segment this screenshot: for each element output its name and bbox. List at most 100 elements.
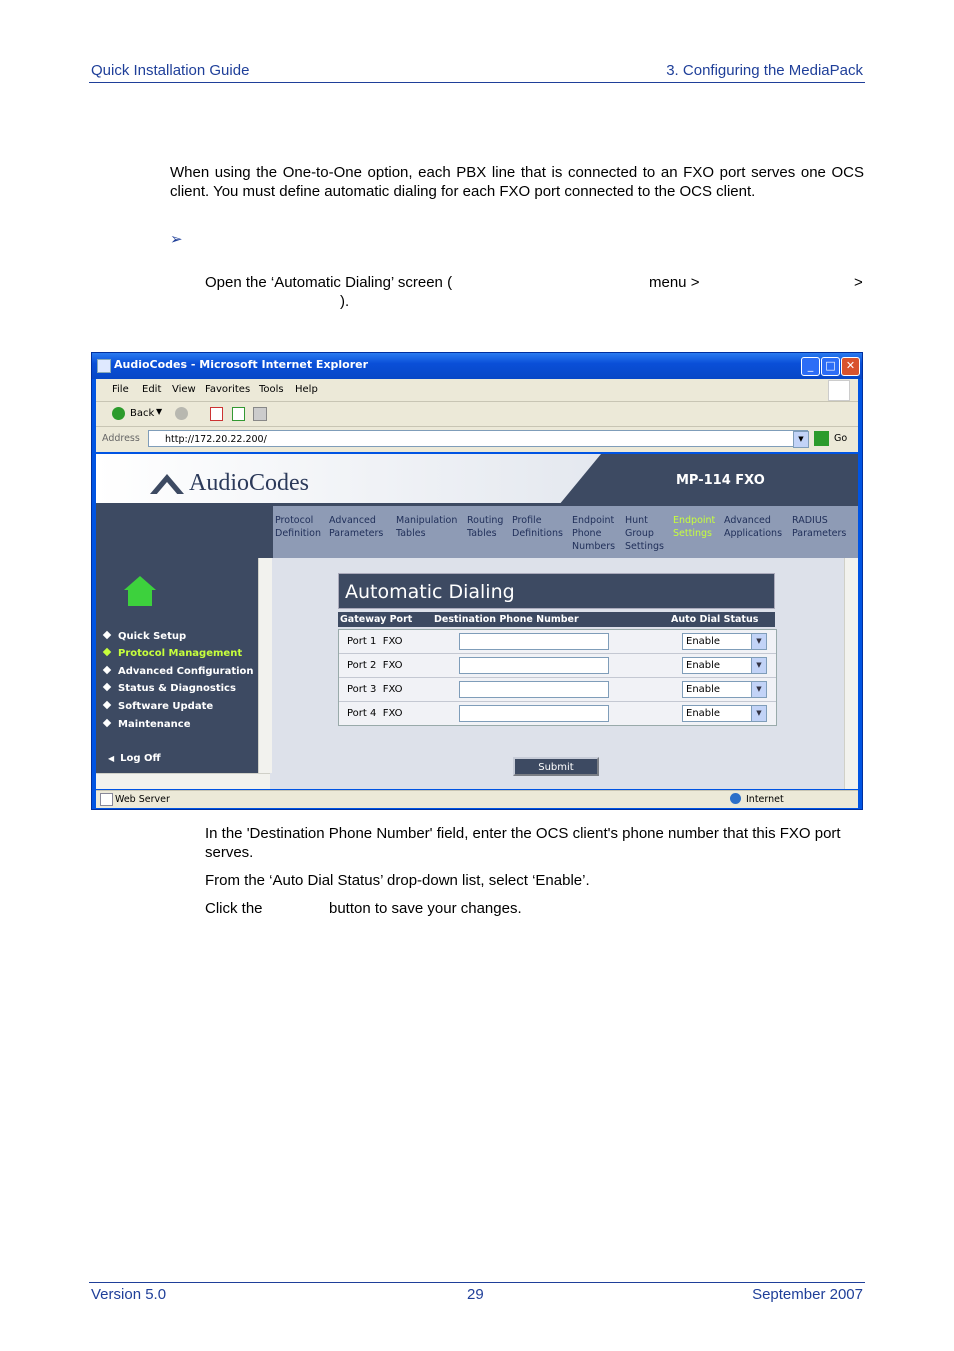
logoff-arrow-icon: ◀ <box>108 754 115 763</box>
status-value: Enable <box>686 636 721 647</box>
logoff-link[interactable]: ◀ Log Off <box>108 753 161 764</box>
menu-maintenance[interactable]: Maintenance <box>102 718 191 730</box>
port-label: Port 1 FXO <box>347 636 403 647</box>
menu-maintenance-label: Maintenance <box>118 719 191 730</box>
forward-arrow-icon[interactable] <box>175 407 188 420</box>
menu-status-diagnostics[interactable]: Status & Diagnostics <box>102 682 236 694</box>
status-value: Enable <box>686 684 721 695</box>
status-value: Enable <box>686 660 721 671</box>
chevron-down-icon: ▼ <box>751 634 766 649</box>
auto-dial-status-select[interactable]: Enable ▼ <box>682 705 767 722</box>
menu-tools[interactable]: Tools <box>259 384 284 395</box>
side-scrollbar[interactable] <box>258 558 272 773</box>
bullet-icon <box>102 647 112 657</box>
banner: AudioCodes MP-114 FXO <box>96 454 858 506</box>
go-arrow-icon[interactable] <box>814 431 829 446</box>
bullet-icon <box>102 630 112 640</box>
nav-endpoint-phone-numbers[interactable]: Endpoint Phone Numbers <box>572 514 615 553</box>
address-input[interactable]: http://172.20.22.200/ <box>148 430 808 447</box>
logo-background <box>96 454 601 503</box>
col-auto-dial-status: Auto Dial Status <box>671 614 759 625</box>
address-label: Address <box>102 433 140 444</box>
bullet-icon <box>102 700 112 710</box>
nav-options: Protocol Definition Advanced Parameters … <box>273 506 858 558</box>
submit-button[interactable]: Submit <box>513 757 599 776</box>
browser-window: AudioCodes - Microsoft Internet Explorer… <box>91 352 863 810</box>
main-scrollbar[interactable] <box>844 558 858 789</box>
footer-date: September 2007 <box>752 1286 863 1303</box>
menu-quick-setup-label: Quick Setup <box>118 631 187 642</box>
nav-protocol-definition[interactable]: Protocol Definition <box>275 514 321 540</box>
close-button[interactable]: ✕ <box>841 357 860 376</box>
ie-page-icon <box>97 359 111 373</box>
table-row: Port 1 FXO Enable ▼ <box>339 630 776 654</box>
address-dropdown-icon[interactable]: ▼ <box>793 431 809 448</box>
menu-software-update[interactable]: Software Update <box>102 700 214 712</box>
footer-version: Version 5.0 <box>91 1286 167 1303</box>
bullet-icon <box>102 718 112 728</box>
page-icon <box>100 793 113 806</box>
side-hscrollbar[interactable] <box>96 773 270 789</box>
maximize-button[interactable]: □ <box>821 357 840 376</box>
header-left: Quick Installation Guide <box>91 62 250 79</box>
auto-dial-status-select[interactable]: Enable ▼ <box>682 633 767 650</box>
back-arrow-icon[interactable] <box>112 407 125 420</box>
bullet-icon <box>102 665 112 675</box>
refresh-icon[interactable] <box>232 407 245 421</box>
home-icon[interactable] <box>253 407 267 421</box>
back-button[interactable]: Back <box>130 408 154 419</box>
nav-advanced-applications[interactable]: Advanced Applications <box>724 514 782 540</box>
nav-advanced-parameters[interactable]: Advanced Parameters <box>329 514 383 540</box>
address-bar: Address http://172.20.22.200/ ▼ Go <box>96 427 858 452</box>
zone-text: Internet <box>746 794 784 805</box>
menu-help[interactable]: Help <box>295 384 318 395</box>
destination-number-input[interactable] <box>459 705 609 722</box>
intro-paragraph: When using the One-to-One option, each P… <box>170 164 864 200</box>
header-right: 3. Configuring the MediaPack <box>666 62 863 79</box>
side-menu: Quick Setup Protocol Management Advanced… <box>96 558 270 773</box>
go-button[interactable]: Go <box>834 433 847 444</box>
menu-quick-setup[interactable]: Quick Setup <box>102 630 187 642</box>
destination-number-input[interactable] <box>459 657 609 674</box>
bullet-icon <box>102 682 112 692</box>
auto-dial-status-select[interactable]: Enable ▼ <box>682 657 767 674</box>
menu-bar: File Edit View Favorites Tools Help <box>96 379 858 402</box>
nav-manipulation-tables[interactable]: Manipulation Tables <box>396 514 457 540</box>
nav-routing-tables[interactable]: Routing Tables <box>467 514 503 540</box>
menu-edit[interactable]: Edit <box>142 384 161 395</box>
footer-rule <box>89 1282 865 1283</box>
menu-advanced-configuration[interactable]: Advanced Configuration <box>102 665 254 677</box>
home-icon[interactable] <box>128 590 152 606</box>
menu-view[interactable]: View <box>172 384 196 395</box>
destination-number-input[interactable] <box>459 681 609 698</box>
nav-profile-definitions[interactable]: Profile Definitions <box>512 514 563 540</box>
step2-text: In the 'Destination Phone Number' field,… <box>205 825 841 861</box>
status-value: Enable <box>686 708 721 719</box>
step3-text: From the ‘Auto Dial Status’ drop-down li… <box>205 872 590 889</box>
stop-icon[interactable] <box>210 407 223 421</box>
web-content: AudioCodes MP-114 FXO Protocol Definitio… <box>96 454 858 789</box>
toolbar: Back ▼ <box>96 402 858 427</box>
minimize-button[interactable]: _ <box>801 357 820 376</box>
step4-part2: button to save your changes. <box>329 900 522 917</box>
window-title: AudioCodes - Microsoft Internet Explorer <box>114 358 369 371</box>
table-row: Port 2 FXO Enable ▼ <box>339 654 776 678</box>
back-dropdown-icon[interactable]: ▼ <box>156 407 162 416</box>
screen-title: Automatic Dialing <box>338 573 775 609</box>
menu-file[interactable]: File <box>112 384 129 395</box>
col-gateway-port: Gateway Port <box>340 614 413 625</box>
windows-logo-icon <box>828 380 850 401</box>
menu-software-update-label: Software Update <box>118 701 214 712</box>
nav-endpoint-settings[interactable]: Endpoint Settings <box>673 514 715 540</box>
step4-part1: Click the <box>205 900 263 917</box>
nav-radius-parameters[interactable]: RADIUS Parameters <box>792 514 846 540</box>
menu-favorites[interactable]: Favorites <box>205 384 250 395</box>
auto-dial-status-select[interactable]: Enable ▼ <box>682 681 767 698</box>
nav-hunt-group-settings[interactable]: Hunt Group Settings <box>625 514 664 553</box>
home-roof-icon <box>124 576 156 590</box>
destination-number-input[interactable] <box>459 633 609 650</box>
menu-protocol-management[interactable]: Protocol Management <box>102 647 242 659</box>
logoff-label: Log Off <box>120 753 161 764</box>
port-label: Port 2 FXO <box>347 660 403 671</box>
status-bar: Web Server Internet <box>96 790 858 808</box>
